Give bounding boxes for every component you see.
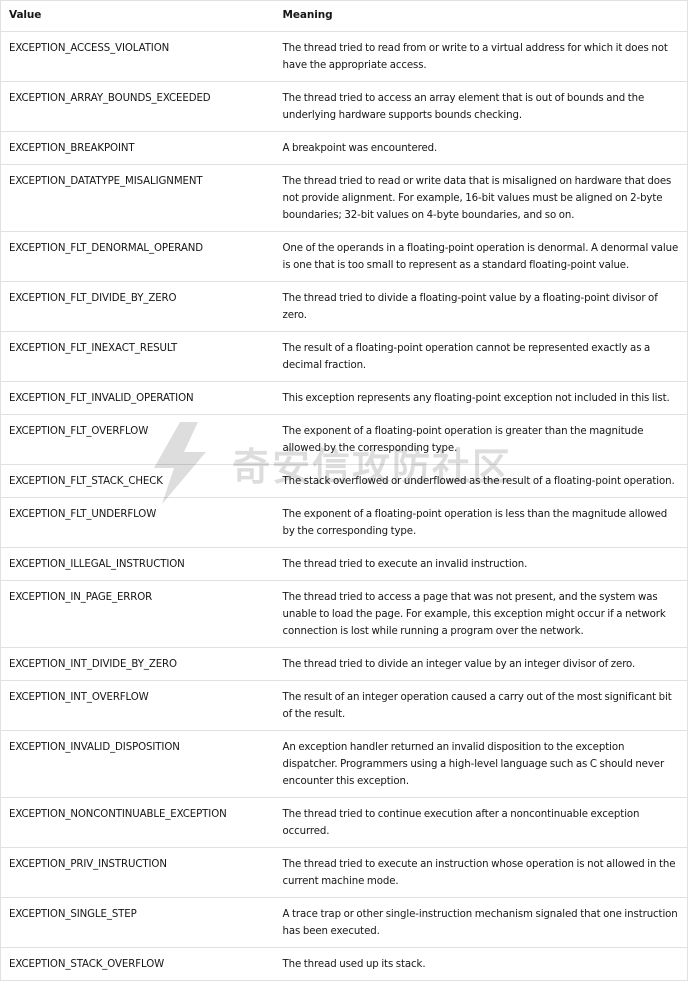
exception-value: EXCEPTION_FLT_DENORMAL_OPERAND: [0, 231, 275, 282]
table-row: EXCEPTION_FLT_UNDERFLOW The exponent of a…: [0, 497, 688, 548]
exception-value: EXCEPTION_FLT_INVALID_OPERATION: [0, 381, 275, 415]
exception-codes-table: Value Meaning EXCEPTION_ACCESS_VIOLATION…: [0, 0, 688, 981]
exception-value: EXCEPTION_FLT_OVERFLOW: [0, 414, 275, 465]
table-row: EXCEPTION_ARRAY_BOUNDS_EXCEEDED The threa…: [0, 81, 688, 132]
table-row: EXCEPTION_DATATYPE_MISALIGNMENT The threa…: [0, 164, 688, 232]
exception-value: EXCEPTION_INT_DIVIDE_BY_ZERO: [0, 647, 275, 681]
exception-meaning: The exponent of a floating-point operati…: [274, 414, 688, 465]
exception-meaning: The result of a floating-point operation…: [274, 331, 688, 382]
exception-meaning: The thread tried to divide an integer va…: [274, 647, 688, 681]
exception-value: EXCEPTION_FLT_UNDERFLOW: [0, 497, 275, 548]
table-row: EXCEPTION_FLT_INEXACT_RESULT The result o…: [0, 331, 688, 382]
exception-value: EXCEPTION_ACCESS_VIOLATION: [0, 31, 275, 82]
exception-value: EXCEPTION_FLT_STACK_CHECK: [0, 464, 275, 498]
exception-value: EXCEPTION_IN_PAGE_ERROR: [0, 580, 275, 648]
exception-meaning: The thread tried to read or write data t…: [274, 164, 688, 232]
exception-value: EXCEPTION_NONCONTINUABLE_EXCEPTION: [0, 797, 275, 848]
exception-value: EXCEPTION_DATATYPE_MISALIGNMENT: [0, 164, 275, 232]
exception-meaning: The thread tried to read from or write t…: [274, 31, 688, 82]
header-value: Value: [0, 0, 275, 32]
header-meaning: Meaning: [274, 0, 688, 32]
table-row: EXCEPTION_PRIV_INSTRUCTION The thread tri…: [0, 847, 688, 898]
table-row: EXCEPTION_FLT_OVERFLOW The exponent of a …: [0, 414, 688, 465]
table-row: EXCEPTION_NONCONTINUABLE_EXCEPTION The th…: [0, 797, 688, 848]
table-row: EXCEPTION_FLT_INVALID_OPERATION This exce…: [0, 381, 688, 415]
exception-meaning: An exception handler returned an invalid…: [274, 730, 688, 798]
exception-value: EXCEPTION_SINGLE_STEP: [0, 897, 275, 948]
exception-meaning: The result of an integer operation cause…: [274, 680, 688, 731]
exception-meaning: One of the operands in a floating-point …: [274, 231, 688, 282]
table-row: EXCEPTION_SINGLE_STEP A trace trap or oth…: [0, 897, 688, 948]
exception-meaning: The thread tried to divide a floating-po…: [274, 281, 688, 332]
table-row: EXCEPTION_FLT_STACK_CHECK The stack overf…: [0, 464, 688, 498]
exception-meaning: The thread tried to execute an invalid i…: [274, 547, 688, 581]
table-row: EXCEPTION_INT_DIVIDE_BY_ZERO The thread t…: [0, 647, 688, 681]
table-row: EXCEPTION_BREAKPOINT A breakpoint was enc…: [0, 131, 688, 165]
exception-meaning: The exponent of a floating-point operati…: [274, 497, 688, 548]
exception-value: EXCEPTION_INVALID_DISPOSITION: [0, 730, 275, 798]
table-row: EXCEPTION_ILLEGAL_INSTRUCTION The thread …: [0, 547, 688, 581]
table-row: EXCEPTION_FLT_DENORMAL_OPERAND One of the…: [0, 231, 688, 282]
exception-meaning: The thread tried to continue execution a…: [274, 797, 688, 848]
exception-value: EXCEPTION_ARRAY_BOUNDS_EXCEEDED: [0, 81, 275, 132]
exception-meaning: A trace trap or other single-instruction…: [274, 897, 688, 948]
table-row: EXCEPTION_ACCESS_VIOLATION The thread tri…: [0, 31, 688, 82]
exception-meaning: The thread tried to access a page that w…: [274, 580, 688, 648]
exception-meaning: This exception represents any floating-p…: [274, 381, 688, 415]
exception-value: EXCEPTION_INT_OVERFLOW: [0, 680, 275, 731]
exception-meaning: The thread tried to access an array elem…: [274, 81, 688, 132]
exception-meaning: The thread tried to execute an instructi…: [274, 847, 688, 898]
exception-value: EXCEPTION_PRIV_INSTRUCTION: [0, 847, 275, 898]
exception-value: EXCEPTION_FLT_DIVIDE_BY_ZERO: [0, 281, 275, 332]
exception-meaning: A breakpoint was encountered.: [274, 131, 688, 165]
table-header-row: Value Meaning: [0, 0, 688, 32]
table-row: EXCEPTION_INT_OVERFLOW The result of an i…: [0, 680, 688, 731]
table-row: EXCEPTION_STACK_OVERFLOW The thread used …: [0, 947, 688, 981]
exception-meaning: The thread used up its stack.: [274, 947, 688, 981]
exception-value: EXCEPTION_ILLEGAL_INSTRUCTION: [0, 547, 275, 581]
exception-meaning: The stack overflowed or underflowed as t…: [274, 464, 688, 498]
exception-value: EXCEPTION_STACK_OVERFLOW: [0, 947, 275, 981]
table-row: EXCEPTION_INVALID_DISPOSITION An exceptio…: [0, 730, 688, 798]
exception-value: EXCEPTION_BREAKPOINT: [0, 131, 275, 165]
table-row: EXCEPTION_IN_PAGE_ERROR The thread tried …: [0, 580, 688, 648]
table-row: EXCEPTION_FLT_DIVIDE_BY_ZERO The thread t…: [0, 281, 688, 332]
exception-value: EXCEPTION_FLT_INEXACT_RESULT: [0, 331, 275, 382]
